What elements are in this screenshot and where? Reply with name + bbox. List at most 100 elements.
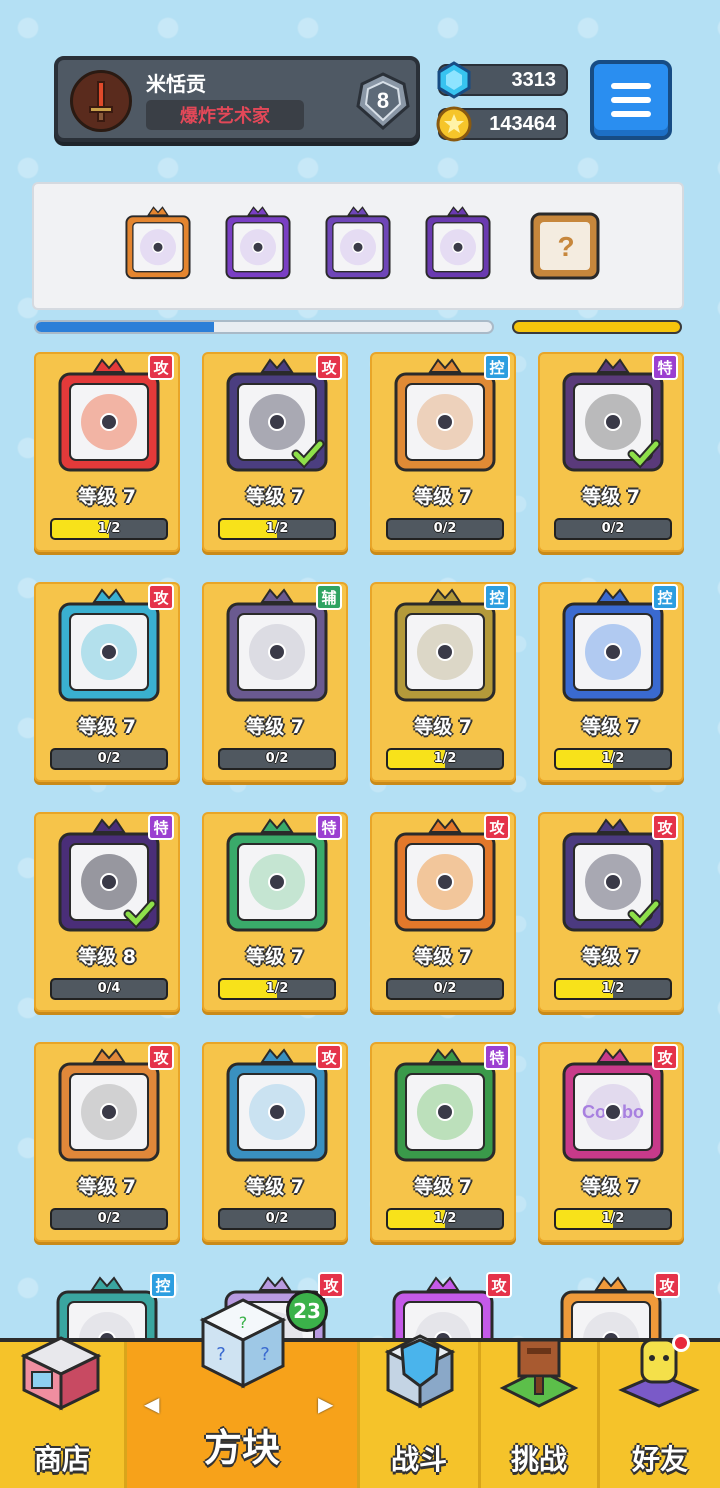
upgrade-progress-text: 0/2 <box>601 521 625 536</box>
nav-friends[interactable]: 好友 <box>600 1338 720 1488</box>
upgrade-progress-text: 1/2 <box>97 521 121 536</box>
block-type-badge: 特 <box>652 354 678 380</box>
player-title: 爆炸艺术家 <box>146 100 304 130</box>
upgrade-progress-text: 1/2 <box>265 521 289 536</box>
prev-arrow-icon[interactable]: ◀ <box>144 1392 159 1416</box>
block-level: 等级 7 <box>78 486 136 508</box>
block-card[interactable]: 攻等级 7 0/2 <box>202 1042 348 1242</box>
nav-shop[interactable]: 商店 <box>0 1336 124 1488</box>
block-type-badge: 特 <box>484 1044 510 1070</box>
block-card[interactable]: 控等级 7 0/2 <box>370 352 516 552</box>
battle-shield-icon <box>384 1334 456 1409</box>
block-type-badge: 控 <box>484 584 510 610</box>
block-level: 等级 7 <box>246 716 304 738</box>
block-type-badge: 特 <box>148 814 174 840</box>
deck-progress-bar <box>34 320 494 334</box>
block-level: 等级 7 <box>414 946 472 968</box>
nav-battle-label: 战斗 <box>390 1443 447 1476</box>
block-type-badge: 辅 <box>316 584 342 610</box>
block-card[interactable]: 特等级 7 1/2 <box>370 1042 516 1242</box>
block-card[interactable]: 攻等级 7 0/2 <box>34 582 180 782</box>
block-card[interactable]: 辅等级 7 0/2 <box>202 582 348 782</box>
upgrade-progress-bar: 1/2 <box>50 518 168 540</box>
block-type-badge: 攻 <box>484 814 510 840</box>
lavender-rune-block-icon[interactable] <box>420 206 496 282</box>
block-card[interactable]: 特等级 7 1/2 <box>202 812 348 1012</box>
upgrade-progress-bar: 1/2 <box>554 1208 672 1230</box>
block-type-badge: 控 <box>150 1272 176 1298</box>
nav-battle[interactable]: 战斗 <box>360 1334 478 1488</box>
block-level: 等级 7 <box>78 1176 136 1198</box>
coin-amount: 143464 <box>489 113 556 135</box>
nav-challenge[interactable]: 挑战 <box>481 1338 597 1488</box>
block-card[interactable]: 特等级 8 0/4 <box>34 812 180 1012</box>
block-type-badge: 攻 <box>148 1044 174 1070</box>
coin-icon <box>436 106 472 142</box>
block-card[interactable]: 攻等级 7 1/2 <box>202 352 348 552</box>
block-type-badge: 控 <box>652 584 678 610</box>
upgrade-progress-bar: 1/2 <box>554 978 672 1000</box>
upgrade-progress-text: 1/2 <box>433 1211 457 1226</box>
random-block-icon[interactable]: ? <box>528 206 604 282</box>
upgrade-progress-bar: 0/2 <box>218 748 336 770</box>
upgrade-progress-text: 0/2 <box>433 521 457 536</box>
block-card[interactable]: Combo 攻等级 71/2 <box>538 1042 684 1242</box>
coin-counter[interactable]: 143464 <box>436 106 568 142</box>
block-type-badge: 攻 <box>654 1272 680 1298</box>
block-type-badge: 攻 <box>316 354 342 380</box>
upgrade-progress-bar: 1/2 <box>386 1208 504 1230</box>
block-type-badge: 特 <box>316 814 342 840</box>
block-level: 等级 7 <box>414 716 472 738</box>
rainbow-infinity-block-icon[interactable] <box>120 206 196 282</box>
challenge-signboard-icon <box>499 1338 579 1408</box>
gem-counter[interactable]: 3313 <box>437 61 568 99</box>
svg-text:?: ? <box>260 1344 270 1365</box>
secondary-progress-bar <box>512 320 682 334</box>
blocks-count-badge: 23 <box>286 1290 328 1332</box>
upgrade-progress-text: 1/2 <box>601 981 625 996</box>
block-type-badge: 攻 <box>652 814 678 840</box>
block-card[interactable]: 攻等级 7 0/2 <box>34 1042 180 1242</box>
upgrade-progress-text: 1/2 <box>601 1211 625 1226</box>
upgrade-progress-text: 1/2 <box>601 751 625 766</box>
upgrade-progress-text: 1/2 <box>433 751 457 766</box>
violet-rune-block-icon[interactable] <box>320 206 396 282</box>
block-type-badge: 攻 <box>486 1272 512 1298</box>
block-card[interactable]: 攻等级 7 0/2 <box>370 812 516 1012</box>
block-card[interactable]: 特等级 7 0/2 <box>538 352 684 552</box>
block-type-badge: 攻 <box>318 1272 344 1298</box>
rank-number: 8 <box>376 88 390 113</box>
upgrade-progress-text: 0/2 <box>97 751 121 766</box>
player-name: 米恬贡 <box>146 74 206 96</box>
block-level: 等级 7 <box>246 486 304 508</box>
player-profile-panel[interactable]: 米恬贡 爆炸艺术家 8 <box>54 56 420 142</box>
block-card[interactable]: 攻等级 7 1/2 <box>34 352 180 552</box>
blocks-icon: ? ? ? <box>199 1298 287 1389</box>
upgrade-progress-bar: 1/2 <box>218 518 336 540</box>
sword-avatar-icon <box>70 70 132 132</box>
upgrade-progress-bar: 0/4 <box>50 978 168 1000</box>
deck-progress-fill <box>36 322 214 332</box>
next-arrow-icon[interactable]: ▶ <box>318 1392 333 1416</box>
block-card[interactable]: 攻等级 7 1/2 <box>538 812 684 1012</box>
block-type-badge: 攻 <box>148 354 174 380</box>
block-level: 等级 8 <box>78 946 136 968</box>
upgrade-progress-bar: 1/2 <box>218 978 336 1000</box>
menu-icon-line <box>611 111 651 117</box>
purple-rune-block-icon[interactable] <box>220 206 296 282</box>
block-card[interactable]: 控等级 7 1/2 <box>538 582 684 782</box>
block-level: 等级 7 <box>414 1176 472 1198</box>
block-level: 等级 7 <box>582 486 640 508</box>
bottom-navigation: 商店 ? ? ? 方块 战斗 挑战 好友 <box>0 1298 720 1488</box>
shop-icon <box>20 1336 102 1411</box>
menu-button[interactable] <box>590 60 672 140</box>
block-level: 等级 7 <box>78 716 136 738</box>
svg-text:?: ? <box>239 1313 248 1332</box>
block-type-badge: 攻 <box>148 584 174 610</box>
upgrade-progress-bar: 1/2 <box>386 748 504 770</box>
block-type-badge: 攻 <box>316 1044 342 1070</box>
block-card[interactable]: 控等级 7 1/2 <box>370 582 516 782</box>
upgrade-progress-bar: 0/2 <box>386 978 504 1000</box>
block-level: 等级 7 <box>582 716 640 738</box>
gem-icon <box>437 61 471 99</box>
